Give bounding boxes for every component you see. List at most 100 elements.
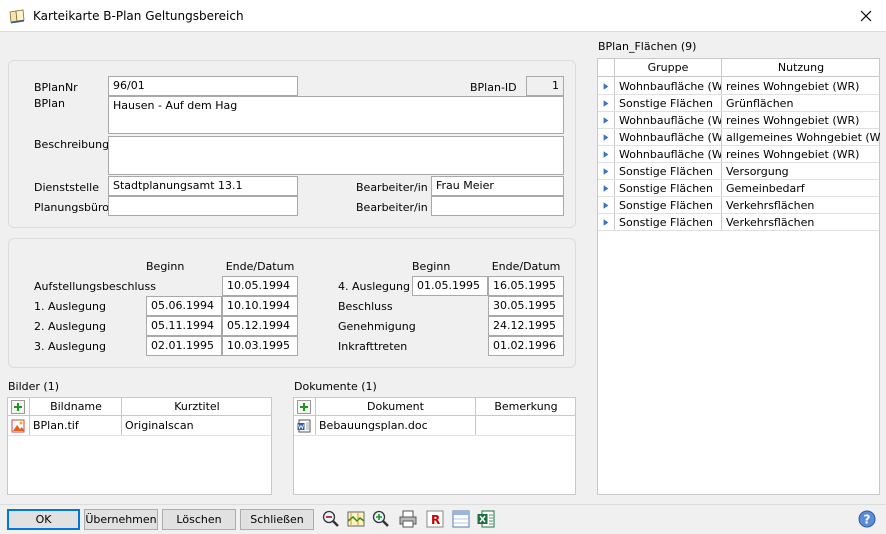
zoom-in-icon[interactable]: [371, 509, 391, 529]
help-icon[interactable]: ?: [857, 509, 877, 529]
bearbeiter2-label: Bearbeiter/in: [356, 201, 428, 214]
add-bild-icon[interactable]: [11, 400, 25, 414]
bilder-col-kurztitel[interactable]: Kurztitel: [122, 398, 272, 415]
close-icon[interactable]: [855, 5, 877, 27]
dokumente-title: Dokumente (1): [294, 380, 377, 393]
svg-text:?: ?: [864, 513, 871, 527]
ausl2-beginn-field[interactable]: 05.11.1994: [146, 316, 222, 336]
flaechen-row-nutzung[interactable]: Versorgung: [723, 163, 880, 180]
row-selector-icon[interactable]: [602, 218, 610, 227]
right-beginn-header: Beginn: [412, 260, 451, 273]
image-file-icon: [11, 419, 25, 433]
ausl1-label: 1. Auslegung: [34, 300, 106, 313]
beschreibung-label: Beschreibung: [34, 138, 110, 151]
planungsbuero-field[interactable]: [108, 196, 298, 216]
flaechen-row-gruppe[interactable]: Wohnbaufläche (W): [616, 112, 721, 129]
bild-row-0-kurztitel[interactable]: Originalscan: [122, 417, 272, 434]
word-document-icon: [297, 419, 311, 433]
flaechen-col-gruppe[interactable]: Gruppe: [614, 59, 722, 76]
flaechen-row-nutzung[interactable]: allgemeines Wohngebiet (WA): [723, 129, 880, 146]
ok-button[interactable]: OK: [7, 509, 80, 530]
bplanid-label: BPlan-ID: [470, 81, 517, 94]
row-selector-icon[interactable]: [602, 167, 610, 176]
flaechen-row-nutzung[interactable]: Grünflächen: [723, 95, 880, 112]
dokumente-header: Dokument Bemerkung: [294, 398, 575, 416]
ausl2-label: 2. Auslegung: [34, 320, 106, 333]
report-icon[interactable]: R: [425, 509, 445, 529]
ausl4-label: 4. Auslegung: [338, 280, 410, 293]
ausl3-beginn-field[interactable]: 02.01.1995: [146, 336, 222, 356]
dokument-row-0-bemerkung[interactable]: [476, 417, 576, 434]
svg-text:R: R: [431, 513, 440, 527]
flaechen-row-nutzung[interactable]: Verkehrsflächen: [723, 214, 880, 231]
flaechen-row-gruppe[interactable]: Sonstige Flächen: [616, 197, 721, 214]
ausl1-beginn-field[interactable]: 05.06.1994: [146, 296, 222, 316]
dokument-row-0-dokument[interactable]: Bebauungsplan.doc: [316, 417, 475, 434]
row-selector-icon[interactable]: [602, 116, 610, 125]
bild-row-0-bildname[interactable]: BPlan.tif: [30, 417, 122, 434]
row-selector-icon[interactable]: [602, 184, 610, 193]
flaechen-col-nutzung[interactable]: Nutzung: [722, 59, 880, 76]
zoom-out-icon[interactable]: [321, 509, 341, 529]
ausl4-beginn-field[interactable]: 01.05.1995: [412, 276, 488, 296]
dokumente-grid[interactable]: Dokument Bemerkung Bebauungsplan.doc: [293, 397, 576, 495]
table-icon[interactable]: [451, 509, 471, 529]
ausl1-ende-field[interactable]: 10.10.1994: [222, 296, 298, 316]
map-icon[interactable]: [346, 509, 366, 529]
dienststelle-field[interactable]: Stadtplanungsamt 13.1: [108, 176, 298, 196]
left-beginn-header: Beginn: [146, 260, 185, 273]
left-ende-header: Ende/Datum: [225, 260, 295, 273]
flaechen-row-gruppe[interactable]: Sonstige Flächen: [616, 163, 721, 180]
flaechen-row-gruppe[interactable]: Wohnbaufläche (W): [616, 129, 721, 146]
inkraft-ende-field[interactable]: 01.02.1996: [488, 336, 564, 356]
loeschen-button[interactable]: Löschen: [162, 509, 236, 530]
bplan-field[interactable]: Hausen - Auf dem Hag: [108, 96, 564, 134]
flaechen-grid[interactable]: Gruppe Nutzung Wohnbaufläche (W) reines W…: [597, 58, 880, 495]
flaechen-header: Gruppe Nutzung: [598, 59, 879, 77]
row-selector-icon[interactable]: [602, 201, 610, 210]
flaechen-row-nutzung[interactable]: reines Wohngebiet (WR): [723, 78, 880, 95]
schliessen-button[interactable]: Schließen: [240, 509, 314, 530]
bilder-header: Bildname Kurztitel: [8, 398, 271, 416]
flaechen-row-nutzung[interactable]: reines Wohngebiet (WR): [723, 146, 880, 163]
bplannr-label: BPlanNr: [34, 81, 78, 94]
flaechen-row-gruppe[interactable]: Wohnbaufläche (W): [616, 78, 721, 95]
row-selector-icon[interactable]: [602, 99, 610, 108]
dokumente-col-dokument[interactable]: Dokument: [316, 398, 475, 415]
flaechen-row-nutzung[interactable]: reines Wohngebiet (WR): [723, 112, 880, 129]
flaechen-row-nutzung[interactable]: Verkehrsflächen: [723, 197, 880, 214]
genehmigung-ende-field[interactable]: 24.12.1995: [488, 316, 564, 336]
bilder-grid[interactable]: Bildname Kurztitel BPlan.tif Originalsca…: [7, 397, 272, 495]
aufstellung-ende-field[interactable]: 10.05.1994: [222, 276, 298, 296]
print-icon[interactable]: [398, 509, 418, 529]
flaechen-row-gruppe[interactable]: Sonstige Flächen: [616, 95, 721, 112]
bplannr-field[interactable]: 96/01: [108, 76, 298, 96]
beschluss-ende-field[interactable]: 30.05.1995: [488, 296, 564, 316]
bearbeiter2-field[interactable]: [431, 196, 564, 216]
flaechen-row-gruppe[interactable]: Sonstige Flächen: [616, 180, 721, 197]
ausl4-ende-field[interactable]: 16.05.1995: [488, 276, 564, 296]
add-dokument-icon[interactable]: [297, 400, 311, 414]
planungsbuero-label: Planungsbüro: [34, 201, 110, 214]
dokumente-col-bemerkung[interactable]: Bemerkung: [476, 398, 576, 415]
flaechen-row-gruppe[interactable]: Sonstige Flächen: [616, 214, 721, 231]
flaechen-row-nutzung[interactable]: Gemeinbedarf: [723, 180, 880, 197]
ausl3-ende-field[interactable]: 10.03.1995: [222, 336, 298, 356]
aufstellung-label: Aufstellungsbeschluss: [34, 280, 156, 293]
excel-icon[interactable]: [476, 509, 496, 529]
title-bar: Karteikarte B-Plan Geltungsbereich: [0, 0, 886, 32]
ausl3-label: 3. Auslegung: [34, 340, 106, 353]
flaechen-row-gruppe[interactable]: Wohnbaufläche (W): [616, 146, 721, 163]
uebernehmen-button[interactable]: Übernehmen: [84, 509, 158, 530]
row-selector-icon[interactable]: [602, 133, 610, 142]
ausl2-ende-field[interactable]: 05.12.1994: [222, 316, 298, 336]
beschreibung-field[interactable]: [108, 136, 564, 175]
row-selector-icon[interactable]: [602, 82, 610, 91]
row-selector-icon[interactable]: [602, 150, 610, 159]
bplanid-field: 1: [526, 76, 564, 96]
genehmigung-label: Genehmigung: [338, 320, 416, 333]
bearbeiter1-field[interactable]: Frau Meier: [431, 176, 564, 196]
bilder-col-bildname[interactable]: Bildname: [30, 398, 122, 415]
book-icon: [9, 9, 25, 24]
bearbeiter1-label: Bearbeiter/in: [356, 181, 428, 194]
